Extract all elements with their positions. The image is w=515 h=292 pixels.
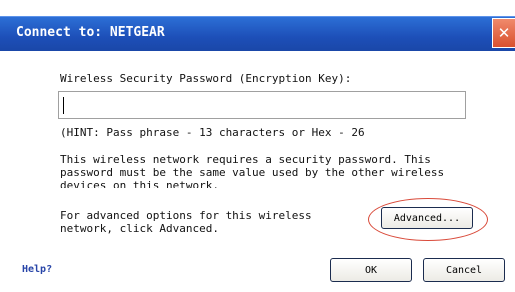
close-button[interactable]: ✕ [492, 18, 515, 48]
description-line-1: This wireless network requires a securit… [60, 153, 431, 166]
close-icon: ✕ [497, 24, 511, 42]
help-link[interactable]: Help? [22, 264, 52, 275]
cancel-button[interactable]: Cancel [423, 258, 505, 282]
connect-dialog: Connect to: NETGEAR ✕ Wireless Security … [0, 0, 515, 292]
ok-button-label: OK [364, 264, 378, 276]
description-line-3: devices on this network. [60, 179, 219, 188]
advanced-button-label: Advanced... [393, 212, 461, 224]
password-hint: (HINT: Pass phrase - 13 characters or He… [60, 126, 365, 139]
dialog-title: Connect to: NETGEAR [16, 25, 165, 40]
password-label: Wireless Security Password (Encryption K… [60, 72, 352, 85]
cancel-button-label: Cancel [445, 264, 483, 276]
advanced-text-line-2: network, click Advanced. [60, 222, 219, 235]
advanced-button[interactable]: Advanced... [381, 207, 473, 229]
title-bar[interactable]: Connect to: NETGEAR ✕ [0, 16, 515, 51]
description-line-2: password must be the same value used by … [60, 166, 445, 179]
ok-button[interactable]: OK [330, 258, 412, 282]
text-caret [63, 97, 64, 114]
advanced-text-line-1: For advanced options for this wireless [60, 209, 312, 222]
password-input[interactable] [58, 91, 466, 119]
